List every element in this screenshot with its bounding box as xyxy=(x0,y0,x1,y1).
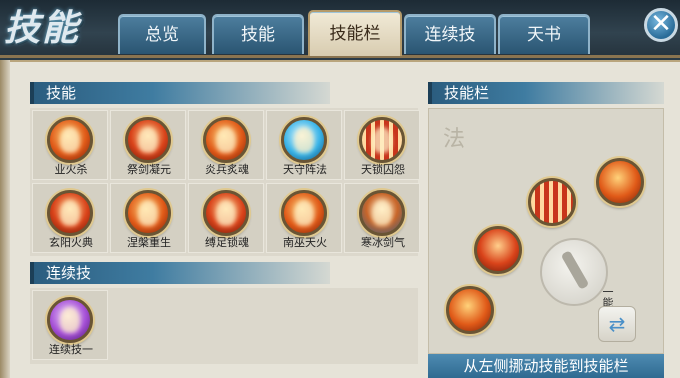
skill-name: 业火杀 xyxy=(54,163,88,176)
skill-name: 天守阵法 xyxy=(283,163,327,176)
combo-crystal-icon xyxy=(47,297,93,343)
water-formation-icon xyxy=(281,117,327,163)
fire-slash-icon xyxy=(47,117,93,163)
combo-grid: 连续技一 xyxy=(30,288,418,364)
tab-heavenly-book[interactable]: 天书 xyxy=(498,14,590,54)
tab-skillbar[interactable]: 技能栏 xyxy=(308,10,402,56)
ice-sword-icon xyxy=(359,190,405,236)
combo-section-header: 连续技 xyxy=(30,262,330,284)
close-button[interactable]: ✕ xyxy=(644,8,678,42)
skill-slot[interactable]: 玄阳火典 xyxy=(32,183,108,253)
window-title: 技能 xyxy=(4,7,81,49)
skill-slot[interactable]: 天守阵法 xyxy=(266,110,342,180)
skill-name: 寒冰剑气 xyxy=(361,236,405,249)
skill-slot[interactable]: 寒冰剑气 xyxy=(344,183,420,253)
chain-lock-icon xyxy=(359,117,405,163)
skill-name: 缚足锁魂 xyxy=(205,236,249,249)
panel-border xyxy=(0,60,10,378)
bind-soul-icon xyxy=(203,190,249,236)
sun-fire-icon xyxy=(47,190,93,236)
skillbar-slot-4[interactable] xyxy=(446,286,494,334)
skill-name: 祭剑凝元 xyxy=(127,163,171,176)
skill-name: 天锁囚怨 xyxy=(361,163,405,176)
skillbar-slot-2[interactable] xyxy=(528,178,576,226)
skillbar-slot-3[interactable] xyxy=(474,226,522,274)
rebirth-icon xyxy=(125,190,171,236)
skill-name: 涅槃重生 xyxy=(127,236,171,249)
tab-combo[interactable]: 连续技 xyxy=(404,14,496,54)
skill-name: 玄阳火典 xyxy=(49,236,93,249)
skill-slot[interactable]: 祭剑凝元 xyxy=(110,110,186,180)
skill-slot[interactable]: 业火杀 xyxy=(32,110,108,180)
switch-skillbar-button[interactable]: ⇄ xyxy=(598,306,636,342)
drag-hint: 从左侧挪动技能到技能栏 xyxy=(428,354,664,378)
skillbar-section-header: 技能栏 xyxy=(428,82,664,104)
skillbar-slot-1[interactable] xyxy=(596,158,644,206)
sword-rite-icon xyxy=(125,117,171,163)
skill-name: 炎兵炙魂 xyxy=(205,163,249,176)
tab-skills[interactable]: 技能 xyxy=(212,14,304,54)
skills-section-header: 技能 xyxy=(30,82,330,104)
skill-slot[interactable]: 涅槃重生 xyxy=(110,183,186,253)
skills-grid: 业火杀 祭剑凝元 炎兵炙魂 天守阵法 天锁囚怨 玄阳火典 涅槃重生 缚足锁魂 南… xyxy=(30,108,420,256)
flame-weapon-icon xyxy=(203,117,249,163)
skill-slot[interactable]: 南巫天火 xyxy=(266,183,342,253)
tab-overview[interactable]: 总览 xyxy=(118,14,206,54)
skill-name: 南巫天火 xyxy=(283,236,327,249)
combo-name: 连续技一 xyxy=(49,343,93,356)
skill-slot[interactable]: 天锁囚怨 xyxy=(344,110,420,180)
combo-slot[interactable]: 连续技一 xyxy=(32,290,108,360)
sky-fire-icon xyxy=(281,190,327,236)
skill-slot[interactable]: 缚足锁魂 xyxy=(188,183,264,253)
skill-slot[interactable]: 炎兵炙魂 xyxy=(188,110,264,180)
watermark-glyph: 法 xyxy=(443,127,466,152)
